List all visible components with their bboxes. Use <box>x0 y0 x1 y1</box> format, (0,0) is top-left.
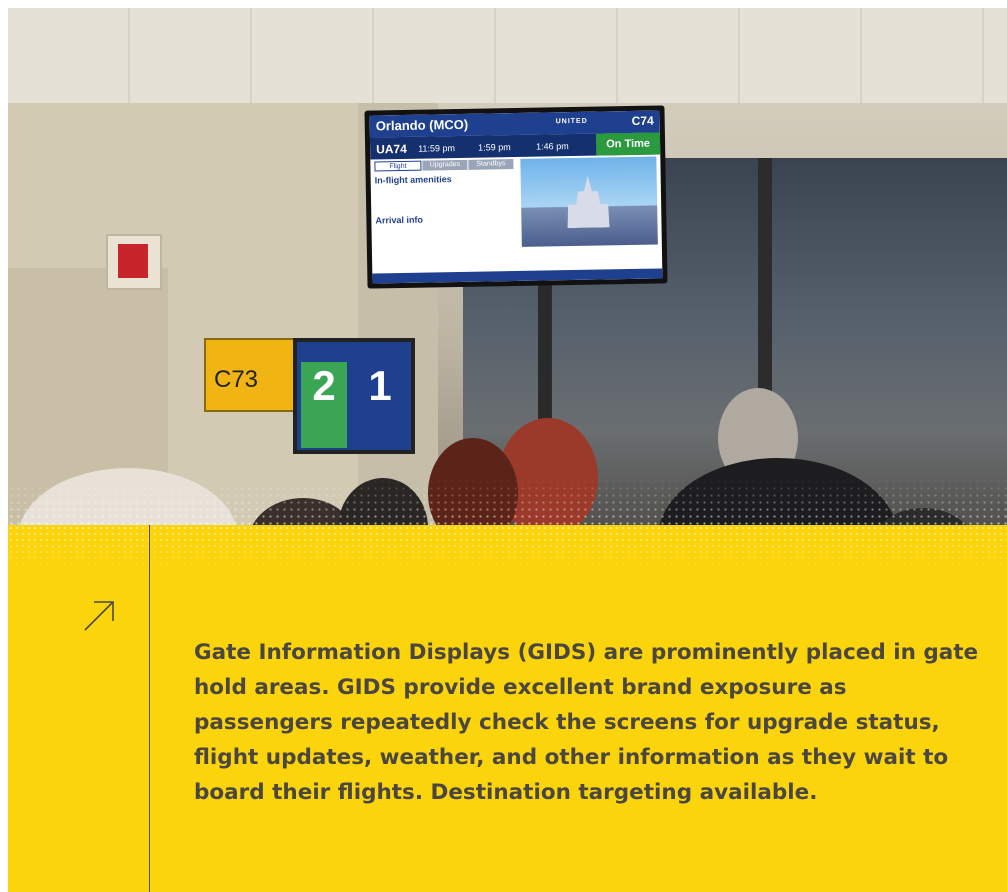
exit-sign-face <box>118 244 148 278</box>
gids-amenities-heading: In-flight amenities <box>374 174 452 186</box>
boarding-lane-sign: 2 1 <box>293 338 415 454</box>
gids-body: In-flight amenities Arrival info <box>375 171 518 227</box>
gids-departure-time: 11:59 pm <box>418 143 456 154</box>
castle-shape <box>563 175 614 228</box>
gids-destination: Orlando (MCO) <box>375 116 469 134</box>
gids-ticker <box>372 268 663 284</box>
gate-sign-label: C73 <box>214 366 259 393</box>
arrow-up-right-icon <box>84 601 114 631</box>
gids-ad-castle-image <box>520 156 658 247</box>
halftone-transition <box>8 525 1007 575</box>
gids-arrival-time: 1:59 pm <box>478 142 511 153</box>
gids-flight-info: UA74 11:59 pm 1:59 pm 1:46 pm On Time <box>369 132 661 160</box>
gids-airline-brand: UNITED <box>555 117 588 126</box>
gids-gate: C74 <box>631 113 654 128</box>
monitor-pole <box>538 278 550 418</box>
gids-tabs: Flight Upgrades Standbys <box>374 159 514 172</box>
divider-line <box>149 525 150 892</box>
lane-two: 2 <box>301 362 347 448</box>
gids-screen: Orlando (MCO) UNITED C74 UA74 11:59 pm 1… <box>369 110 663 284</box>
gids-tab-flight: Flight <box>374 160 422 172</box>
gids-tab-upgrades: Upgrades <box>422 159 468 171</box>
gids-flight-number: UA74 <box>376 141 407 157</box>
ceiling <box>8 8 1007 103</box>
gids-arrival-heading: Arrival info <box>375 214 423 226</box>
exit-sign <box>106 234 162 290</box>
gids-tab-standbys: Standbys <box>468 159 514 170</box>
gids-monitor: Orlando (MCO) UNITED C74 UA74 11:59 pm 1… <box>364 105 668 289</box>
airport-gate-photo: Orlando (MCO) UNITED C74 UA74 11:59 pm 1… <box>8 8 1007 560</box>
info-panel: Gate Information Displays (GIDS) are pro… <box>8 525 1007 892</box>
gids-description: Gate Information Displays (GIDS) are pro… <box>194 640 979 805</box>
gids-status-badge: On Time <box>595 132 661 156</box>
gids-boarding-time: 1:46 pm <box>536 141 569 152</box>
lane-one: 1 <box>368 362 392 409</box>
